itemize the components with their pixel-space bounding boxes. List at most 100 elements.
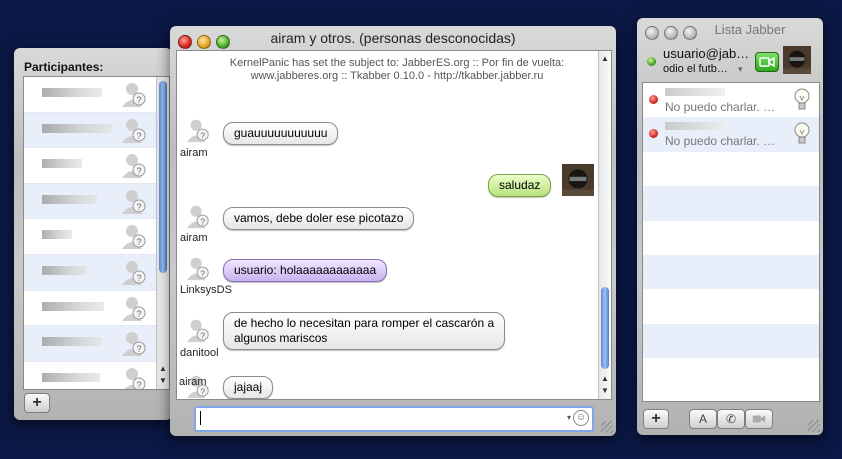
participant-row[interactable]: ? (24, 219, 169, 255)
close-icon[interactable] (178, 35, 192, 49)
participant-row[interactable]: ? (24, 254, 169, 291)
chat-window: airam y otros. (personas desconocidas) K… (170, 26, 616, 436)
contact-row[interactable]: No puedo charlar. … (643, 83, 819, 117)
svg-text:?: ? (200, 268, 205, 278)
chat-scrollbar[interactable]: ▲ ▲ ▼ (598, 51, 611, 399)
message-text-line: de hecho lo necesitan para romper el cas… (234, 316, 495, 330)
user-avatar-icon[interactable] (783, 46, 811, 74)
chat-titlebar[interactable]: airam y otros. (personas desconocidas) (170, 26, 616, 50)
svg-text:?: ? (136, 380, 141, 390)
scroll-down-arrow-icon[interactable]: ▼ (599, 385, 611, 397)
contact-name-blurred (665, 88, 725, 96)
svg-text:?: ? (136, 131, 141, 141)
minimize-icon[interactable] (664, 26, 678, 40)
unknown-buddy-icon: ? (122, 83, 146, 107)
scrollbar-thumb[interactable] (159, 81, 167, 273)
unknown-buddy-icon: ? (122, 154, 146, 179)
empty-row (643, 323, 819, 359)
participant-name-blurred (42, 123, 112, 133)
contact-status: No puedo charlar. … (665, 134, 776, 149)
unknown-buddy-icon: ? (186, 205, 209, 229)
video-camera-icon[interactable] (755, 52, 779, 72)
scrollbar-thumb[interactable] (601, 287, 609, 369)
contact-list[interactable]: No puedo charlar. … No puedo charlar. … (642, 82, 820, 402)
participant-name-blurred (42, 194, 97, 204)
add-contact-button[interactable]: + (643, 409, 669, 429)
scroll-down-arrow-icon[interactable]: ▼ (157, 375, 169, 387)
svg-text:?: ? (136, 344, 141, 354)
participant-name-blurred (42, 88, 102, 97)
smiley-icon[interactable]: ☺ (573, 410, 589, 426)
participants-list[interactable]: ? ? ? ? ? ? ? ? ? ▲ ▼ (23, 76, 170, 390)
svg-text:?: ? (136, 237, 141, 247)
own-message-bubble: saludaz (488, 174, 552, 197)
participant-row[interactable]: ? (24, 77, 169, 113)
lightbulb-icon (794, 122, 810, 144)
chat-transcript[interactable]: KernelPanic has set the subject to: Jabb… (176, 50, 612, 400)
unknown-buddy-icon: ? (122, 118, 146, 143)
scroll-up-arrow-icon[interactable]: ▲ (599, 53, 611, 65)
scroll-up-arrow-icon[interactable]: ▲ (599, 373, 611, 385)
empty-row (643, 186, 819, 221)
status-message[interactable]: odio el futb… (663, 63, 728, 75)
unknown-buddy-icon: ? (122, 189, 146, 214)
message-bubble: jajaaj (223, 376, 274, 399)
participant-row[interactable]: ? (24, 148, 169, 184)
participant-row[interactable]: ? (24, 112, 169, 149)
message-bubble: guauuuuuuuuuuu (223, 122, 339, 145)
participant-name-blurred (42, 337, 102, 347)
participants-title: Participantes: (24, 60, 104, 74)
chevron-down-icon[interactable]: ▾ (567, 413, 571, 422)
minimize-icon[interactable] (197, 35, 211, 49)
buddy-list-window: Lista Jabber usuario@jab… odio el futb… … (637, 18, 823, 435)
empty-row (643, 221, 819, 255)
scroll-up-arrow-icon[interactable]: ▲ (157, 363, 169, 375)
buddy-list-title: Lista Jabber (714, 22, 786, 37)
text-chat-button[interactable]: A (689, 409, 717, 429)
highlight-message-bubble: usuario: holaaaaaaaaaaaa (223, 259, 388, 282)
resize-grip-icon[interactable] (808, 420, 820, 432)
unknown-buddy-icon: ? (186, 319, 209, 343)
participants-scrollbar[interactable]: ▲ ▼ (156, 77, 169, 389)
message-bubble: vamos, debe doler ese picotazo (223, 207, 415, 230)
participants-drawer: Participantes: ? ? ? ? ? ? ? ? ? ▲ ▼ + (14, 48, 172, 420)
unknown-buddy-icon: ? (186, 257, 209, 281)
account-header: usuario@jab… odio el futb… ▾ (643, 44, 817, 78)
message-author: danitool (180, 347, 219, 359)
svg-text:?: ? (136, 309, 141, 319)
message-bubble: de hecho lo necesitan para romper el cas… (223, 312, 506, 350)
contact-status: No puedo charlar. … (665, 100, 776, 114)
svg-text:?: ? (136, 166, 141, 176)
account-name[interactable]: usuario@jab… (663, 46, 749, 61)
add-participant-button[interactable]: + (24, 393, 50, 413)
unknown-buddy-icon: ? (122, 332, 146, 357)
chevron-down-icon[interactable]: ▾ (738, 64, 743, 75)
close-icon[interactable] (645, 26, 659, 40)
participant-row[interactable]: ? (24, 183, 169, 220)
message-author: LinksysDS (180, 284, 232, 296)
participant-row[interactable]: ? (24, 291, 169, 327)
user-avatar-icon (562, 164, 594, 196)
participant-row[interactable]: ? (24, 362, 169, 390)
participant-row[interactable]: ? (24, 326, 169, 362)
online-status-icon (647, 57, 656, 66)
message-input[interactable]: ▾ ☺ (194, 406, 594, 432)
empty-row (643, 152, 819, 186)
video-camera-icon[interactable] (745, 409, 773, 429)
offline-status-icon (649, 129, 658, 139)
unknown-buddy-icon: ? (122, 260, 146, 285)
zoom-icon[interactable] (216, 35, 230, 49)
empty-row (643, 254, 819, 290)
zoom-icon[interactable] (683, 26, 697, 40)
svg-text:?: ? (200, 330, 205, 340)
lightbulb-icon (794, 88, 810, 110)
resize-grip-icon[interactable] (601, 421, 613, 433)
svg-text:?: ? (136, 202, 141, 212)
buddy-list-titlebar[interactable]: Lista Jabber (637, 18, 823, 42)
phone-icon[interactable]: ✆ (717, 409, 745, 429)
participant-name-blurred (42, 301, 104, 311)
contact-row[interactable]: No puedo charlar. … (643, 117, 819, 152)
svg-text:?: ? (136, 273, 141, 283)
empty-row (643, 289, 819, 323)
participant-name-blurred (42, 372, 100, 382)
